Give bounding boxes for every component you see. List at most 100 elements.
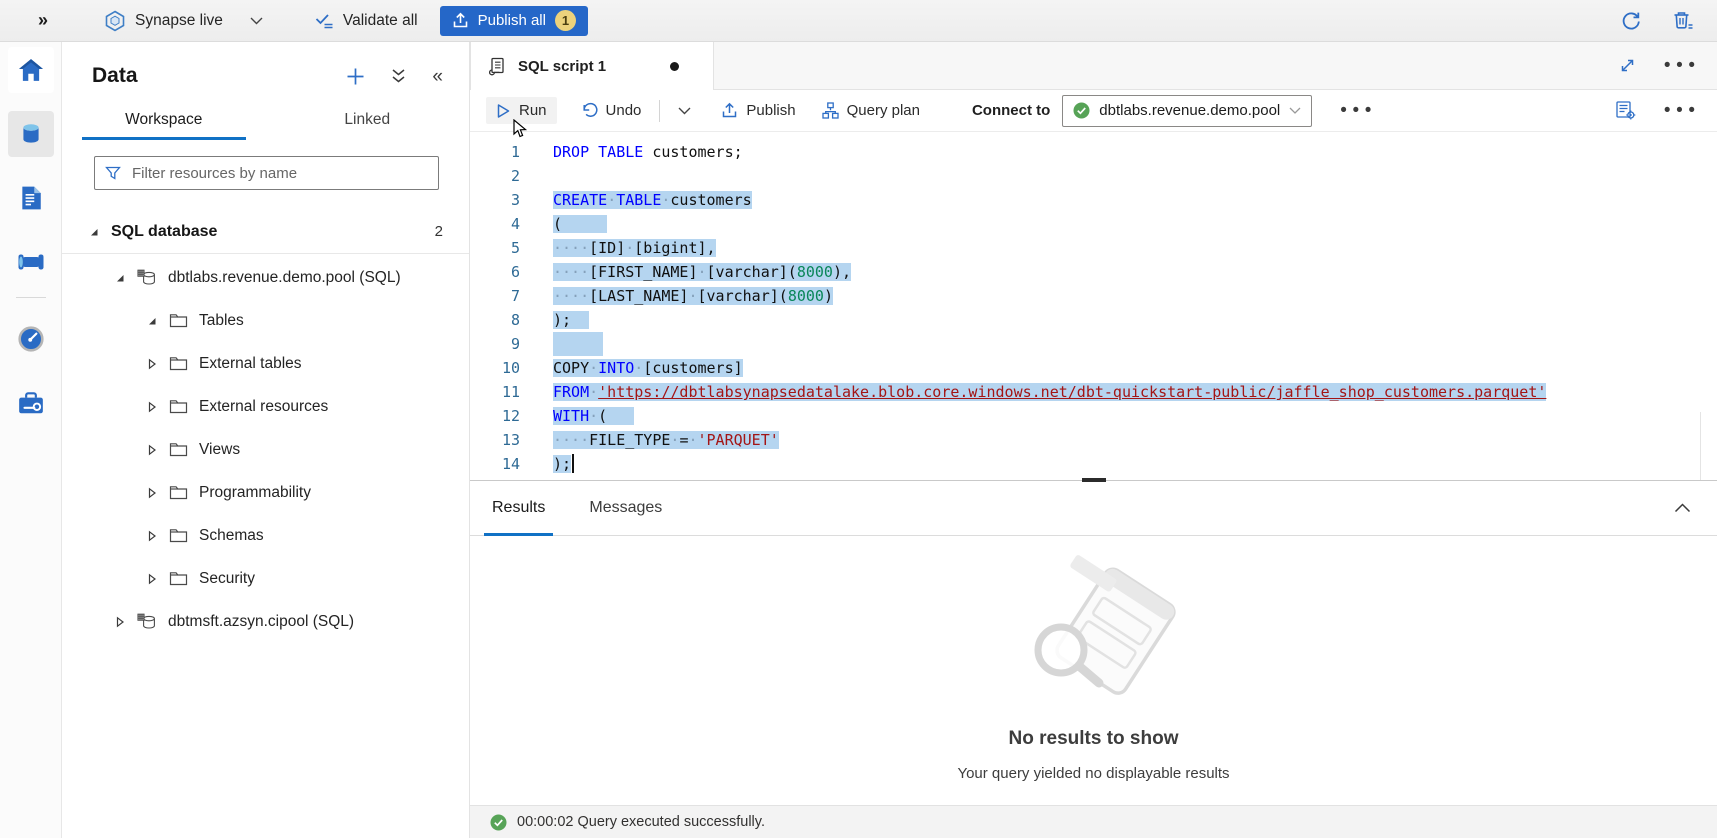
expand-editor-icon[interactable] xyxy=(1619,57,1636,74)
synapse-logo-icon xyxy=(104,10,126,32)
collapsed-arrow-icon[interactable] xyxy=(146,358,160,370)
code-line: 13····FILE_TYPE·=·'PARQUET' xyxy=(470,428,1717,452)
nav-data[interactable] xyxy=(8,111,54,157)
filter-input[interactable] xyxy=(130,164,428,183)
refresh-icon[interactable] xyxy=(1620,10,1642,32)
data-explorer-panel: Data « Workspace Linked SQL database2dbt… xyxy=(62,42,470,838)
expanded-arrow-icon[interactable] xyxy=(146,315,160,327)
results-panel-header: Results Messages xyxy=(470,480,1717,536)
tree-item-label: External resources xyxy=(199,398,328,416)
tree-item-sql-database[interactable]: SQL database 2 xyxy=(62,210,469,254)
line-number: 8 xyxy=(470,308,520,332)
collapsed-arrow-icon[interactable] xyxy=(146,444,160,456)
nav-develop[interactable] xyxy=(8,175,54,221)
code-line: 14); xyxy=(470,452,1717,476)
sql-pool-database-icon xyxy=(137,613,157,631)
pool-selector-dropdown[interactable]: dbtlabs.revenue.demo.pool xyxy=(1062,95,1312,127)
tab-linked[interactable]: Linked xyxy=(266,100,470,140)
top-command-bar: » Synapse live Validate all Publish all … xyxy=(0,0,1717,42)
collapsed-arrow-icon[interactable] xyxy=(146,530,160,542)
connect-to-label: Connect to xyxy=(972,102,1050,119)
undo-icon xyxy=(581,102,598,119)
undo-redo-dropdown-icon[interactable] xyxy=(668,102,701,120)
tree-item-external-tables[interactable]: External tables xyxy=(62,342,469,385)
publish-button[interactable]: Publish xyxy=(711,97,805,124)
tree-item-security[interactable]: Security xyxy=(62,557,469,600)
tab-workspace[interactable]: Workspace xyxy=(62,100,266,140)
empty-results-subtitle: Your query yielded no displayable result… xyxy=(957,765,1229,782)
tab-results[interactable]: Results xyxy=(484,481,553,535)
chevron-down-icon[interactable] xyxy=(250,17,263,25)
query-plan-label: Query plan xyxy=(847,102,920,119)
editor-tab-title: SQL script 1 xyxy=(518,58,606,75)
filter-box[interactable] xyxy=(94,156,439,190)
tree-item-label: dbtlabs.revenue.demo.pool (SQL) xyxy=(168,269,401,287)
results-panel-body: No results to show Your query yielded no… xyxy=(470,536,1717,805)
tree-item-programmability[interactable]: Programmability xyxy=(62,471,469,514)
collapsed-arrow-icon[interactable] xyxy=(146,487,160,499)
tree-item-label: dbtmsft.azsyn.cipool (SQL) xyxy=(168,613,354,631)
nav-home[interactable] xyxy=(8,47,54,93)
line-number: 1 xyxy=(470,140,520,164)
sql-code-editor[interactable]: 1DROP TABLE customers;23CREATE·TABLE·cus… xyxy=(470,132,1717,480)
line-number: 12 xyxy=(470,404,520,428)
folder-icon xyxy=(169,571,188,586)
tree-item-label: Schemas xyxy=(199,527,264,545)
publish-count-badge: 1 xyxy=(555,10,576,31)
tree-item-schemas[interactable]: Schemas xyxy=(62,514,469,557)
discard-trash-icon[interactable] xyxy=(1672,10,1695,32)
tab-messages[interactable]: Messages xyxy=(581,481,670,535)
nav-monitor[interactable] xyxy=(8,316,54,362)
collapsed-arrow-icon[interactable] xyxy=(146,401,160,413)
home-icon xyxy=(18,58,44,82)
publish-upload-icon xyxy=(452,12,469,29)
nav-integrate[interactable] xyxy=(8,239,54,285)
validate-icon xyxy=(315,13,334,29)
code-line: 3CREATE·TABLE·customers xyxy=(470,188,1717,212)
publish-label: Publish xyxy=(746,102,795,119)
nav-manage[interactable] xyxy=(8,380,54,426)
collapse-pane-icon[interactable]: « xyxy=(432,67,443,86)
query-plan-button[interactable]: Query plan xyxy=(812,97,930,124)
editor-tabstrip: SQL script 1 • • • xyxy=(470,42,1717,90)
validate-all-button[interactable]: Validate all xyxy=(315,12,418,30)
tree-item-external-resources[interactable]: External resources xyxy=(62,385,469,428)
text-caret xyxy=(572,454,574,473)
unsaved-dot-icon xyxy=(670,62,679,71)
tab-sql-script-1[interactable]: SQL script 1 xyxy=(470,42,714,90)
data-panel-tabs: Workspace Linked xyxy=(62,100,469,140)
run-button[interactable]: Run xyxy=(486,97,557,124)
collapse-results-chevron-icon[interactable] xyxy=(1674,503,1691,513)
add-resource-icon[interactable] xyxy=(346,67,365,86)
script-toolbar: Run Undo Publish Query plan Connect to xyxy=(470,90,1717,132)
collapse-all-icon[interactable] xyxy=(391,68,406,85)
expanded-arrow-icon[interactable] xyxy=(88,226,102,238)
tree-item-views[interactable]: Views xyxy=(62,428,469,471)
collapsed-arrow-icon[interactable] xyxy=(114,616,128,628)
tree-item-dbtmsft-azsyn-cipool-sql[interactable]: dbtmsft.azsyn.cipool (SQL) xyxy=(62,600,469,643)
sql-script-icon xyxy=(489,57,506,76)
code-lines: 1DROP TABLE customers;23CREATE·TABLE·cus… xyxy=(470,140,1717,476)
tree-item-tables[interactable]: Tables xyxy=(62,299,469,342)
code-line: 4( xyxy=(470,212,1717,236)
expand-menu-icon[interactable]: » xyxy=(38,10,48,31)
mode-selector[interactable]: Synapse live xyxy=(104,10,263,32)
item-count: 2 xyxy=(435,223,469,240)
splitter-handle[interactable] xyxy=(1082,478,1106,482)
undo-button[interactable]: Undo xyxy=(571,97,652,124)
publish-all-button[interactable]: Publish all 1 xyxy=(440,6,588,36)
code-line: 10COPY·INTO·[customers] xyxy=(470,356,1717,380)
properties-icon[interactable] xyxy=(1616,101,1636,120)
collapsed-arrow-icon[interactable] xyxy=(146,573,160,585)
tree-item-dbtlabs-revenue-demo-pool-sql[interactable]: dbtlabs.revenue.demo.pool (SQL) xyxy=(62,256,469,299)
tree-item-label: SQL database xyxy=(111,223,217,241)
expanded-arrow-icon[interactable] xyxy=(114,272,128,284)
line-number: 14 xyxy=(470,452,520,476)
line-number: 13 xyxy=(470,428,520,452)
tree-item-label: External tables xyxy=(199,355,302,373)
app-navigation-rail xyxy=(0,42,62,838)
filter-funnel-icon xyxy=(105,166,121,181)
tree-item-label: Programmability xyxy=(199,484,311,502)
run-play-icon xyxy=(496,103,511,119)
code-line: 8); xyxy=(470,308,1717,332)
